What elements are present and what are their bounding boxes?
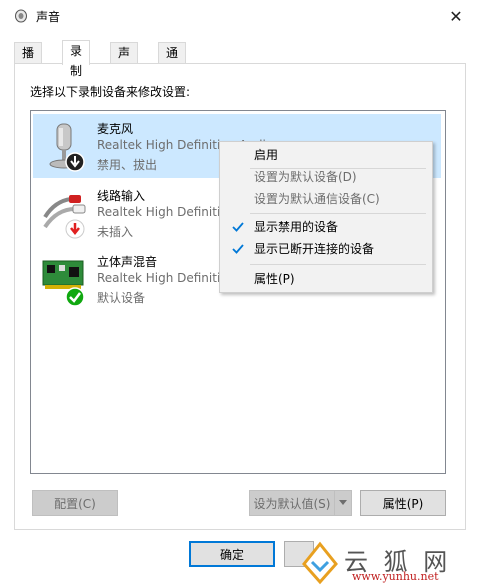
menu-item-set-default-device[interactable]: 设置为默认设备(D) [220,166,432,188]
set-default-button[interactable]: 设为默认值(S) [249,490,335,516]
menu-item-enable[interactable]: 启用 [220,144,432,166]
checkmark-icon [228,238,248,260]
menu-item-label: 显示禁用的设备 [254,220,339,234]
menu-item-label: 显示已断开连接的设备 [254,242,375,256]
tab-sounds[interactable]: 声音 [110,42,139,80]
instruction-label: 选择以下录制设备来修改设置: [30,85,191,99]
microphone-icon [49,123,85,172]
checkmark-icon [228,216,248,238]
device-name: 麦克风 [97,122,134,136]
default-check-icon [65,287,85,307]
chevron-down-icon [339,500,347,505]
line-in-cable-icon [43,195,86,239]
menu-item-show-disconnected-devices[interactable]: 显示已断开连接的设备 [220,238,432,260]
tab-recording[interactable]: 录制 [62,40,91,78]
properties-button[interactable]: 属性(P) [360,490,446,516]
menu-separator [250,213,426,214]
tab-communications[interactable]: 通信 [158,42,187,80]
watermark: 云 狐 网 www.yunhu.net [300,540,479,588]
device-status: 未插入 [97,225,134,239]
disabled-down-arrow-icon [65,152,85,172]
device-status: 默认设备 [97,291,146,305]
tab-playback[interactable]: 播放 [14,42,43,80]
menu-item-set-default-comm-device[interactable]: 设置为默认通信设备(C) [220,188,432,210]
sound-card-icon [42,260,85,307]
window-title: 声音 [36,10,61,24]
menu-item-show-disabled-devices[interactable]: 显示禁用的设备 [220,216,432,238]
configure-button[interactable]: 配置(C) [32,490,118,516]
context-menu: 启用 设置为默认设备(D) 设置为默认通信设备(C) 显示禁用的设备 显示已断开… [219,141,433,293]
device-name: 立体声混音 [97,255,158,269]
device-name: 线路输入 [97,189,146,203]
close-button[interactable]: ✕ [433,0,479,32]
set-default-dropdown[interactable] [334,490,352,516]
unplugged-red-arrow-icon [65,219,85,239]
speaker-icon [15,9,27,23]
yunhu-logo-icon [302,541,338,585]
title-bar: 声音 ✕ [0,0,479,32]
device-status: 禁用、拔出 [97,158,158,172]
close-icon: ✕ [449,6,463,26]
menu-separator [250,264,426,265]
watermark-url: www.yunhu.net [352,570,439,583]
ok-button[interactable]: 确定 [189,541,275,567]
menu-item-properties[interactable]: 属性(P) [220,268,432,290]
